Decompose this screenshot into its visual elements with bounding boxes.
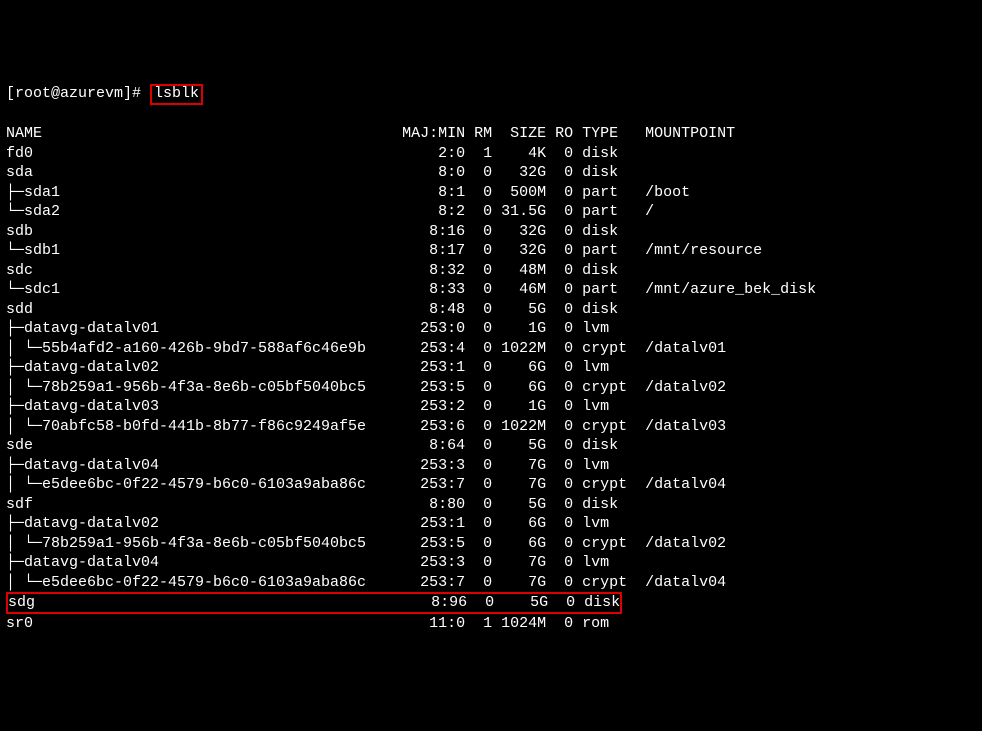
device-row: sr0 11:0 1 1024M 0 rom <box>6 614 976 634</box>
device-row: │ └─78b259a1-956b-4f3a-8e6b-c05bf5040bc5… <box>6 534 976 554</box>
device-row: sdb 8:16 0 32G 0 disk <box>6 222 976 242</box>
device-row: │ └─70abfc58-b0fd-441b-8b77-f86c9249af5e… <box>6 417 976 437</box>
prompt: [root@azurevm]# <box>6 85 150 102</box>
lsblk-output: NAME MAJ:MIN RM SIZE RO TYPE MOUNTPOINTf… <box>6 124 976 634</box>
highlighted-disk-row: sdg 8:96 0 5G 0 disk <box>6 592 622 614</box>
device-row: ├─sda1 8:1 0 500M 0 part /boot <box>6 183 976 203</box>
device-row: ├─datavg-datalv04 253:3 0 7G 0 lvm <box>6 456 976 476</box>
device-row: └─sda2 8:2 0 31.5G 0 part / <box>6 202 976 222</box>
device-row: ├─datavg-datalv02 253:1 0 6G 0 lvm <box>6 358 976 378</box>
device-row: └─sdc1 8:33 0 46M 0 part /mnt/azure_bek_… <box>6 280 976 300</box>
device-row: ├─datavg-datalv03 253:2 0 1G 0 lvm <box>6 397 976 417</box>
device-row: ├─datavg-datalv04 253:3 0 7G 0 lvm <box>6 553 976 573</box>
device-row: ├─datavg-datalv02 253:1 0 6G 0 lvm <box>6 514 976 534</box>
device-row: sdf 8:80 0 5G 0 disk <box>6 495 976 515</box>
device-row: sdc 8:32 0 48M 0 disk <box>6 261 976 281</box>
device-row: sdg 8:96 0 5G 0 disk <box>6 592 976 614</box>
header-row: NAME MAJ:MIN RM SIZE RO TYPE MOUNTPOINT <box>6 124 976 144</box>
device-row: │ └─e5dee6bc-0f22-4579-b6c0-6103a9aba86c… <box>6 475 976 495</box>
device-row: sda 8:0 0 32G 0 disk <box>6 163 976 183</box>
device-row: │ └─55b4afd2-a160-426b-9bd7-588af6c46e9b… <box>6 339 976 359</box>
prompt-line[interactable]: [root@azurevm]# lsblk <box>6 84 976 105</box>
device-row: fd0 2:0 1 4K 0 disk <box>6 144 976 164</box>
device-row: └─sdb1 8:17 0 32G 0 part /mnt/resource <box>6 241 976 261</box>
device-row: sde 8:64 0 5G 0 disk <box>6 436 976 456</box>
command: lsblk <box>150 84 203 105</box>
device-row: ├─datavg-datalv01 253:0 0 1G 0 lvm <box>6 319 976 339</box>
device-row: │ └─e5dee6bc-0f22-4579-b6c0-6103a9aba86c… <box>6 573 976 593</box>
device-row: │ └─78b259a1-956b-4f3a-8e6b-c05bf5040bc5… <box>6 378 976 398</box>
device-row: sdd 8:48 0 5G 0 disk <box>6 300 976 320</box>
